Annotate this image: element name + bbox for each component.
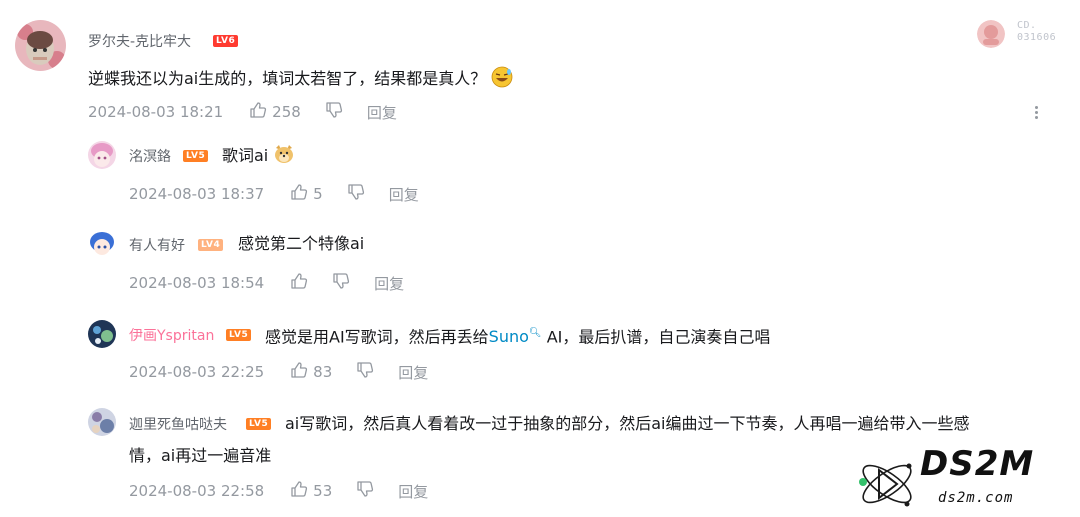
search-icon: 🔍︎ — [528, 328, 542, 339]
like-count: 258 — [272, 103, 301, 121]
watermark-logo-icon — [855, 452, 919, 516]
dislike-button[interactable] — [347, 183, 365, 205]
comment-date: 2024-08-03 18:21 — [88, 103, 224, 121]
reply-date: 2024-08-03 22:25 — [129, 363, 265, 381]
fan-badge-number: CD. 031606 — [1017, 20, 1056, 44]
like-count: 5 — [313, 185, 323, 203]
comment-text: 逆蝶我还以为ai生成的，填词太若智了，结果都是真人？ — [88, 69, 487, 88]
thumbs-down-icon — [356, 361, 374, 383]
thumbs-up-icon — [290, 183, 308, 205]
thumbs-up-icon — [290, 361, 308, 383]
sweat-laugh-emoji-icon — [491, 66, 513, 88]
avatar-reply-4[interactable] — [88, 408, 116, 436]
reply-text-before: 感觉是用AI写歌词，然后再丢给 — [265, 327, 489, 347]
avatar-reply-2[interactable] — [88, 230, 116, 258]
level-badge: LV6 — [213, 35, 239, 47]
avatar-reply-3[interactable] — [88, 320, 116, 348]
watermark-url: ds2m.com — [938, 490, 1014, 506]
dislike-button[interactable] — [356, 361, 374, 383]
username-reply-2[interactable]: 有人有好 — [129, 235, 185, 255]
comment-content: 逆蝶我还以为ai生成的，填词太若智了，结果都是真人？ — [88, 66, 513, 90]
thumbs-down-icon — [347, 183, 365, 205]
reply-date: 2024-08-03 22:58 — [129, 482, 265, 500]
reply-content-2: 感觉第二个特像ai — [238, 234, 365, 253]
reply-meta-3: 2024-08-03 22:25 83 回复 — [129, 361, 428, 383]
avatar-main[interactable] — [15, 20, 66, 71]
level-badge: LV4 — [198, 239, 224, 251]
watermark-title: DS2M — [920, 444, 1035, 484]
reply-text-line1: ai写歌词，然后真人看着改一过于抽象的部分，然后ai编曲过一下节奏，人再唱一遍给… — [285, 414, 970, 433]
thumbs-down-icon — [332, 272, 350, 294]
suno-link[interactable]: Suno🔍︎ — [489, 327, 542, 346]
reply-meta-2: 2024-08-03 18:54 回复 — [129, 272, 404, 294]
like-count: 83 — [313, 363, 333, 381]
reply-button[interactable]: 回复 — [367, 102, 397, 123]
thumbs-down-icon — [325, 101, 343, 123]
like-button[interactable]: 5 — [290, 183, 323, 205]
fan-badge-line1: CD. — [1017, 20, 1037, 31]
dislike-button[interactable] — [325, 101, 343, 123]
reply-button[interactable]: 回复 — [398, 481, 428, 502]
suno-link-label: Suno — [488, 327, 529, 347]
like-button[interactable] — [290, 272, 308, 294]
like-button[interactable]: 258 — [249, 101, 301, 123]
fan-badge-line2: 031606 — [1017, 32, 1057, 43]
reply-meta-4: 2024-08-03 22:58 53 回复 — [129, 480, 428, 502]
username-main[interactable]: 罗尔夫-克比牢大 — [88, 31, 191, 51]
thumbs-up-icon — [290, 480, 308, 502]
level-badge: LV5 — [226, 329, 252, 341]
username-reply-3[interactable]: 伊画Yspritan — [129, 325, 214, 345]
reply-text-after: AI，最后扒谱，自己演奏自己唱 — [541, 327, 771, 347]
reply-date: 2024-08-03 18:54 — [129, 274, 265, 292]
reply-meta-1: 2024-08-03 18:37 5 回复 — [129, 183, 419, 205]
comment-meta: 2024-08-03 18:21 258 回复 — [88, 101, 397, 123]
like-button[interactable]: 83 — [290, 361, 332, 383]
level-badge: LV5 — [183, 150, 209, 162]
reply-content-1: 歌词ai — [222, 143, 295, 167]
like-button[interactable]: 53 — [290, 480, 332, 502]
reply-button[interactable]: 回复 — [398, 362, 428, 383]
thumbs-down-icon — [356, 480, 374, 502]
thumbs-up-icon — [290, 272, 308, 294]
avatar-reply-1[interactable] — [88, 141, 116, 169]
more-options-icon[interactable] — [1035, 104, 1039, 121]
reply-button[interactable]: 回复 — [374, 273, 404, 294]
reply-button[interactable]: 回复 — [389, 184, 419, 205]
dislike-button[interactable] — [332, 272, 350, 294]
dislike-button[interactable] — [356, 480, 374, 502]
reply-content-3: 感觉是用AI写歌词，然后再丢给Suno🔍︎ AI，最后扒谱，自己演奏自己唱 — [265, 323, 770, 348]
reply-text: 歌词ai — [222, 146, 269, 165]
username-reply-1[interactable]: 洺溟鉻 — [129, 146, 171, 166]
doge-emoji-icon — [273, 143, 295, 165]
thumbs-up-icon — [249, 101, 267, 123]
like-count: 53 — [313, 482, 333, 500]
fan-badge-icon — [977, 20, 1005, 48]
reply-date: 2024-08-03 18:37 — [129, 185, 265, 203]
